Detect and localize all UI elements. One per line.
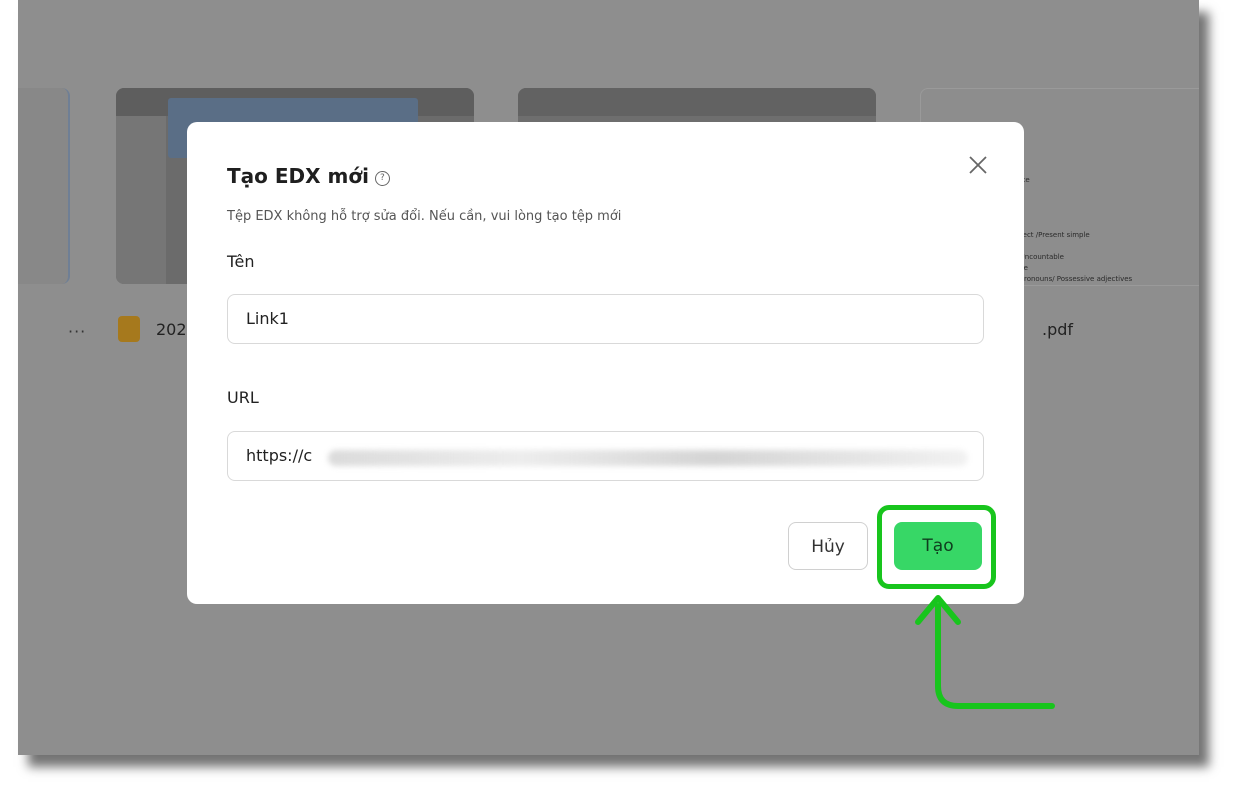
file-thumbnail[interactable]: [18, 88, 70, 284]
url-input-value: https://c: [246, 446, 313, 465]
create-button-highlight: [877, 505, 996, 589]
dialog-title: Tạo EDX mới?: [227, 164, 390, 188]
close-icon[interactable]: [965, 152, 991, 178]
more-options-icon[interactable]: ···: [68, 322, 86, 341]
doc-preview-text: Date erfect /Present simple ss e/Uncount…: [1013, 176, 1133, 283]
cancel-button[interactable]: Hủy: [788, 522, 868, 570]
url-label: URL: [227, 388, 259, 407]
file-name[interactable]: .pdf: [1042, 320, 1073, 339]
redacted-url-blur: [328, 450, 968, 466]
dialog-title-text: Tạo EDX mới: [227, 164, 369, 188]
name-input[interactable]: Link1: [227, 294, 984, 344]
url-input[interactable]: https://c: [227, 431, 984, 481]
dialog-subtitle: Tệp EDX không hỗ trợ sửa đổi. Nếu cần, v…: [227, 209, 622, 224]
help-icon[interactable]: ?: [374, 171, 390, 186]
file-name[interactable]: 202: [156, 320, 187, 339]
slides-file-icon: [118, 316, 140, 342]
name-label: Tên: [227, 252, 255, 271]
